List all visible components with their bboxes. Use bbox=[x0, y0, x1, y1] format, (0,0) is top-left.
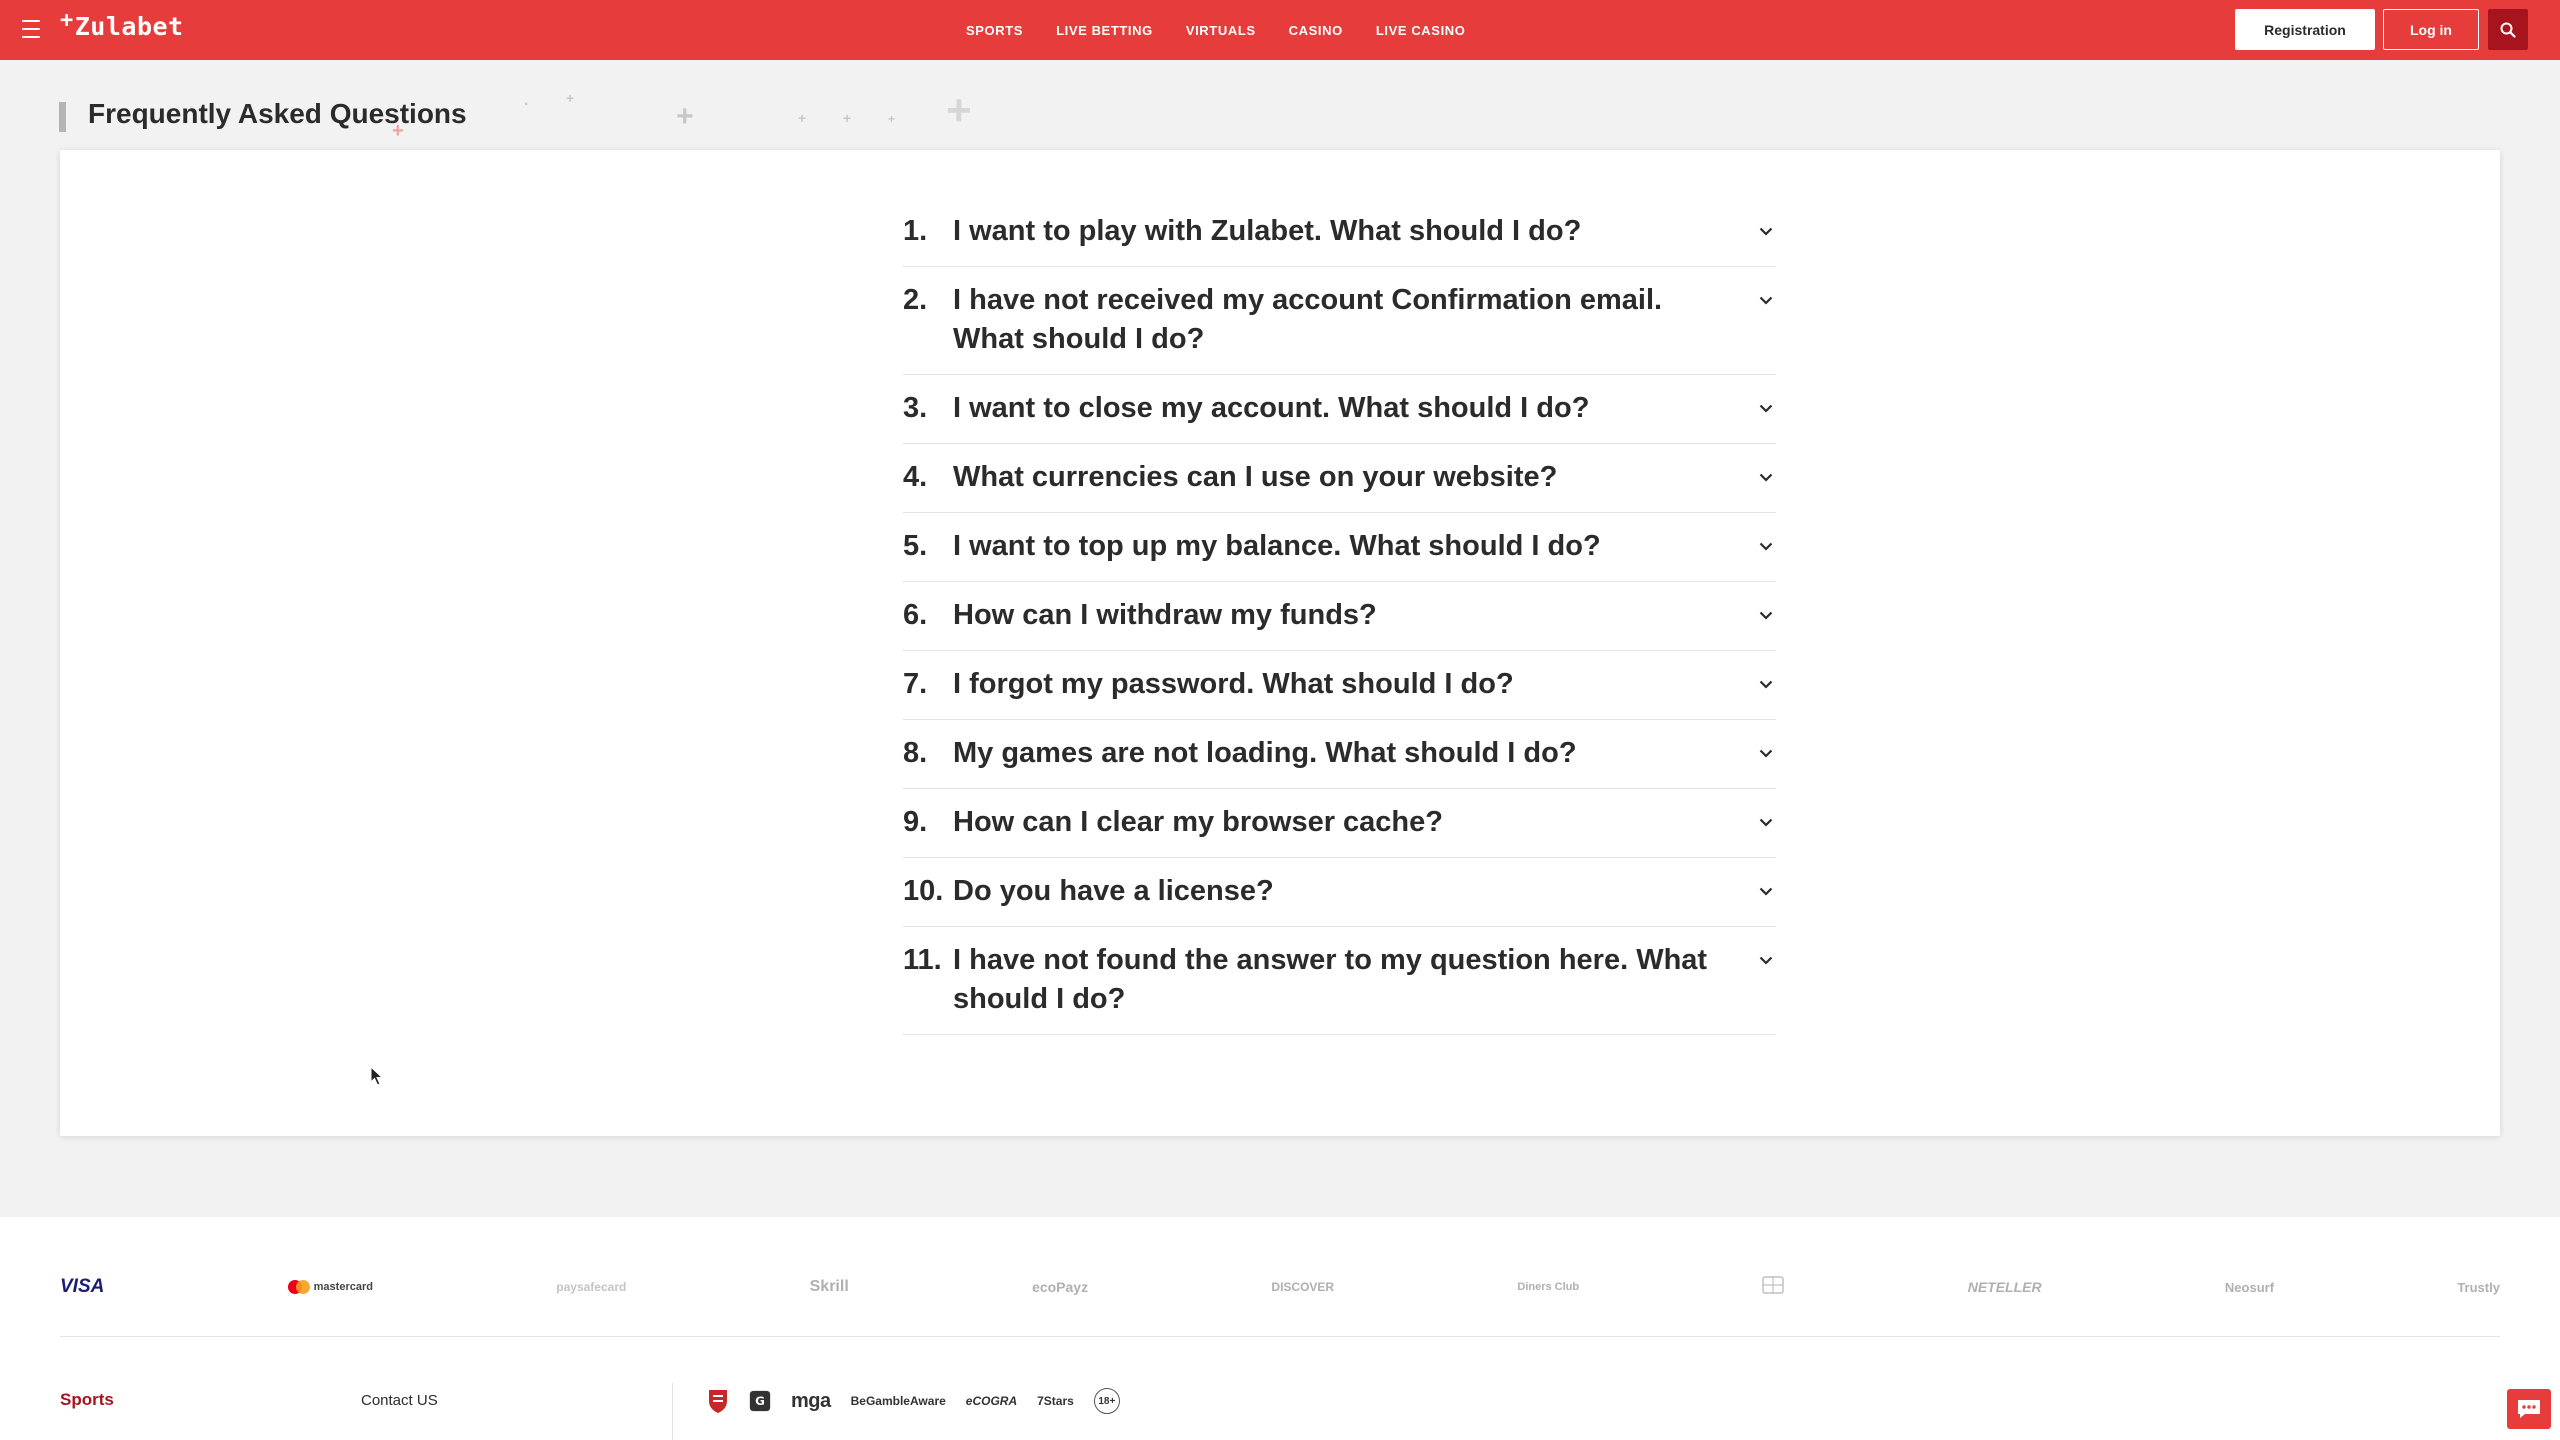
faq-item[interactable]: 2. I have not received my account Confir… bbox=[903, 267, 1776, 375]
logo[interactable]: +Zulabet bbox=[60, 8, 184, 41]
decor-plus-icon: + bbox=[676, 100, 694, 133]
faq-number: 10. bbox=[903, 875, 944, 907]
footer: VISA mastercard paysafecard Skrill ecoPa… bbox=[0, 1217, 2560, 1440]
faq-item[interactable]: 6. How can I withdraw my funds? bbox=[903, 582, 1776, 651]
decor-plus-icon: + bbox=[946, 86, 972, 135]
login-button[interactable]: Log in bbox=[2383, 9, 2479, 50]
discover-logo: DISCOVER bbox=[1271, 1280, 1335, 1294]
chevron-down-icon[interactable] bbox=[1756, 803, 1776, 842]
nav-live-casino[interactable]: LIVE CASINO bbox=[1376, 23, 1466, 38]
faq-number: 6. bbox=[903, 599, 928, 631]
nav-casino[interactable]: CASINO bbox=[1289, 23, 1343, 38]
neteller-logo: NETELLER bbox=[1967, 1279, 2042, 1295]
faq-question: What currencies can I use on your websit… bbox=[953, 461, 1558, 493]
chevron-down-icon[interactable] bbox=[1756, 665, 1776, 704]
search-button[interactable] bbox=[2488, 9, 2528, 50]
faq-question: I have not received my account Confirmat… bbox=[953, 284, 1663, 355]
footer-vertical-divider bbox=[672, 1383, 673, 1440]
faq-question: I have not found the answer to my questi… bbox=[953, 944, 1708, 1015]
svg-text:G: G bbox=[755, 1394, 765, 1408]
search-icon bbox=[2500, 22, 2516, 38]
main-nav: SPORTS LIVE BETTING VIRTUALS CASINO LIVE… bbox=[966, 0, 1498, 60]
footer-link-sports[interactable]: Sports bbox=[60, 1390, 114, 1410]
ecopayz-logo: ecoPayz bbox=[1032, 1279, 1089, 1295]
faq-question: My games are not loading. What should I … bbox=[953, 737, 1577, 769]
nav-sports[interactable]: SPORTS bbox=[966, 23, 1023, 38]
faq-number: 3. bbox=[903, 392, 928, 424]
paysafecard-logo: paysafecard bbox=[556, 1280, 627, 1294]
registration-button[interactable]: Registration bbox=[2235, 9, 2375, 50]
chevron-down-icon[interactable] bbox=[1756, 872, 1776, 911]
nav-virtuals[interactable]: VIRTUALS bbox=[1186, 23, 1256, 38]
chevron-down-icon[interactable] bbox=[1756, 734, 1776, 773]
faq-number: 2. bbox=[903, 284, 928, 316]
faq-item[interactable]: 5. I want to top up my balance. What sho… bbox=[903, 513, 1776, 582]
chevron-down-icon[interactable] bbox=[1756, 941, 1776, 980]
age-18-badge: 18+ bbox=[1093, 1388, 1120, 1414]
faq-item[interactable]: 3. I want to close my account. What shou… bbox=[903, 375, 1776, 444]
decor-plus-icon: + bbox=[888, 112, 896, 126]
crest-icon bbox=[709, 1390, 727, 1413]
footer-link-contact[interactable]: Contact US bbox=[361, 1392, 438, 1409]
chevron-down-icon[interactable] bbox=[1756, 527, 1776, 566]
gc-logo-icon: G bbox=[749, 1390, 771, 1412]
skrill-logo: Skrill bbox=[809, 1278, 849, 1295]
chevron-down-icon[interactable] bbox=[1756, 212, 1776, 251]
chat-icon bbox=[2518, 1400, 2540, 1418]
payment-methods: VISA mastercard paysafecard Skrill ecoPa… bbox=[60, 1267, 2500, 1307]
faq-question: I forgot my password. What should I do? bbox=[953, 668, 1514, 700]
chevron-down-icon[interactable] bbox=[1756, 389, 1776, 428]
faq-number: 11. bbox=[903, 944, 942, 976]
card-icon bbox=[1762, 1275, 1785, 1299]
faq-item[interactable]: 4. What currencies can I use on your web… bbox=[903, 444, 1776, 513]
decor-plus-icon: + bbox=[392, 120, 404, 142]
menu-icon[interactable] bbox=[22, 20, 40, 38]
faq-number: 9. bbox=[903, 806, 928, 838]
faq-number: 8. bbox=[903, 737, 928, 769]
faq-card: 1. I want to play with Zulabet. What sho… bbox=[60, 150, 2500, 1136]
decor-plus-icon: + bbox=[566, 90, 575, 106]
mouse-cursor-icon bbox=[370, 1066, 384, 1086]
faq-number: 1. bbox=[903, 215, 928, 247]
faq-item[interactable]: 10. Do you have a license? bbox=[903, 858, 1776, 927]
seven-stars-logo: 7Stars bbox=[1037, 1394, 1074, 1408]
faq-item[interactable]: 9. How can I clear my browser cache? bbox=[903, 789, 1776, 858]
faq-list: 1. I want to play with Zulabet. What sho… bbox=[903, 198, 1776, 1035]
license-logos: G mga BeGambleAware eCOGRA 7Stars 18+ bbox=[707, 1385, 1120, 1417]
decor-plus-icon: + bbox=[843, 110, 852, 126]
footer-divider bbox=[60, 1336, 2500, 1337]
diners-club-logo: Diners Club bbox=[1517, 1281, 1580, 1293]
top-header: +Zulabet SPORTS LIVE BETTING VIRTUALS CA… bbox=[0, 0, 2560, 60]
chevron-down-icon[interactable] bbox=[1756, 596, 1776, 635]
nav-live-betting[interactable]: LIVE BETTING bbox=[1056, 23, 1153, 38]
begambleaware-logo: BeGambleAware bbox=[850, 1394, 946, 1408]
mastercard-logo: mastercard bbox=[287, 1280, 373, 1294]
mga-logo: mga bbox=[791, 1389, 831, 1412]
title-accent-bar bbox=[59, 102, 66, 132]
neosurf-logo: Neosurf bbox=[2224, 1279, 2275, 1295]
faq-item[interactable]: 8. My games are not loading. What should… bbox=[903, 720, 1776, 789]
faq-item[interactable]: 11. I have not found the answer to my qu… bbox=[903, 927, 1776, 1035]
chevron-down-icon[interactable] bbox=[1756, 281, 1776, 320]
faq-number: 5. bbox=[903, 530, 928, 562]
ecogra-logo: eCOGRA bbox=[965, 1394, 1018, 1408]
page-title: Frequently Asked Questions bbox=[88, 98, 467, 129]
faq-number: 7. bbox=[903, 668, 928, 700]
decor-plus-icon: · bbox=[524, 96, 530, 113]
faq-question: I want to play with Zulabet. What should… bbox=[953, 215, 1582, 247]
mastercard-icon bbox=[287, 1280, 310, 1294]
faq-question: How can I withdraw my funds? bbox=[953, 599, 1377, 631]
faq-question: How can I clear my browser cache? bbox=[953, 806, 1443, 838]
faq-question: Do you have a license? bbox=[953, 875, 1274, 907]
decor-plus-icon: + bbox=[798, 110, 807, 126]
faq-question: I want to close my account. What should … bbox=[953, 392, 1590, 424]
faq-item[interactable]: 7. I forgot my password. What should I d… bbox=[903, 651, 1776, 720]
faq-number: 4. bbox=[903, 461, 928, 493]
faq-question: I want to top up my balance. What should… bbox=[953, 530, 1601, 562]
faq-item[interactable]: 1. I want to play with Zulabet. What sho… bbox=[903, 198, 1776, 267]
trustly-logo: Trustly bbox=[2457, 1279, 2500, 1295]
chevron-down-icon[interactable] bbox=[1756, 458, 1776, 497]
visa-logo: VISA bbox=[60, 1276, 105, 1297]
chat-button[interactable] bbox=[2507, 1389, 2551, 1429]
